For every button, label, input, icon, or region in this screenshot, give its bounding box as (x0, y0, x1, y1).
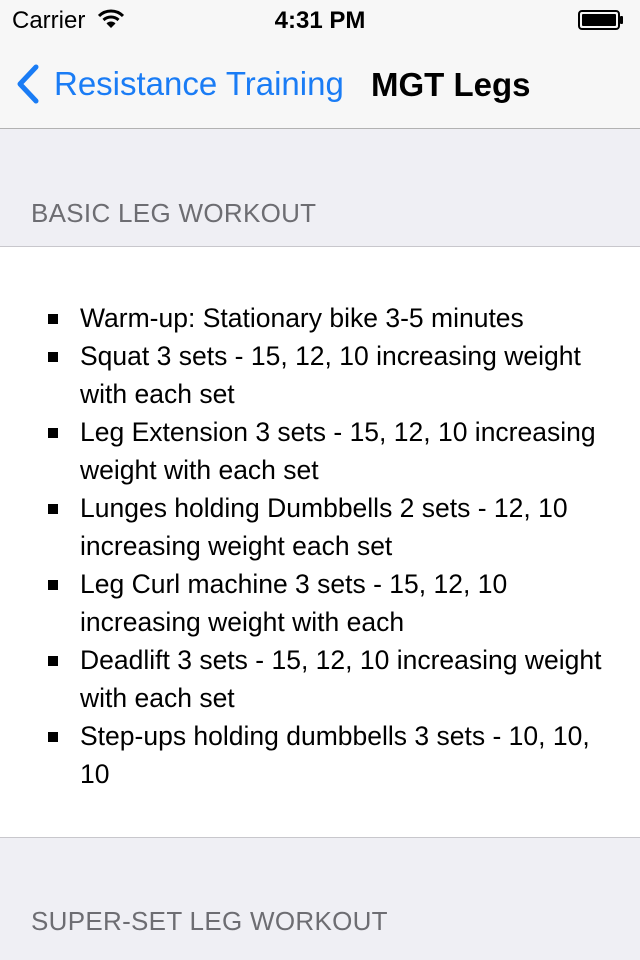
list-item: Leg Curl machine 3 sets - 15, 12, 10 inc… (0, 565, 640, 641)
list-item: Squat 3 sets - 15, 12, 10 increasing wei… (0, 337, 640, 413)
chevron-left-icon (17, 64, 39, 104)
list-item-text: Deadlift 3 sets - 15, 12, 10 increasing … (80, 645, 602, 713)
list-item: Lunges holding Dumbbells 2 sets - 12, 10… (0, 489, 640, 565)
navigation-bar: Resistance Training MGT Legs (0, 40, 640, 129)
list-item-text: Step-ups holding dumbbells 3 sets - 10, … (80, 721, 590, 789)
bullet-icon (48, 656, 58, 666)
status-time: 4:31 PM (274, 7, 366, 34)
back-button-label: Resistance Training (54, 65, 344, 102)
bullet-icon (48, 732, 58, 742)
page-title: MGT Legs (371, 66, 531, 103)
bullet-icon (48, 428, 58, 438)
battery-icon (578, 10, 623, 30)
list-item-text: Squat 3 sets - 15, 12, 10 increasing wei… (80, 341, 581, 409)
back-button[interactable]: Resistance Training (14, 62, 344, 106)
list-item: Deadlift 3 sets - 15, 12, 10 increasing … (0, 641, 640, 717)
workout-card: Warm-up: Stationary bike 3-5 minutes Squ… (0, 246, 640, 838)
bullet-icon (48, 580, 58, 590)
list-item: Step-ups holding dumbbells 3 sets - 10, … (0, 717, 640, 793)
status-bar: Carrier 4:31 PM (0, 0, 640, 40)
section-header-super-set: SUPER-SET LEG WORKOUT (31, 906, 388, 936)
workout-list: Warm-up: Stationary bike 3-5 minutes Squ… (0, 299, 640, 793)
list-item-text: Leg Curl machine 3 sets - 15, 12, 10 inc… (80, 569, 508, 637)
list-item-text: Leg Extension 3 sets - 15, 12, 10 increa… (80, 417, 596, 485)
list-item-text: Lunges holding Dumbbells 2 sets - 12, 10… (80, 493, 568, 561)
list-item-text: Warm-up: Stationary bike 3-5 minutes (80, 303, 524, 333)
bullet-icon (48, 314, 58, 324)
list-item: Leg Extension 3 sets - 15, 12, 10 increa… (0, 413, 640, 489)
bullet-icon (48, 352, 58, 362)
section-header-basic: BASIC LEG WORKOUT (31, 198, 317, 228)
bullet-icon (48, 504, 58, 514)
list-item: Warm-up: Stationary bike 3-5 minutes (0, 299, 640, 337)
